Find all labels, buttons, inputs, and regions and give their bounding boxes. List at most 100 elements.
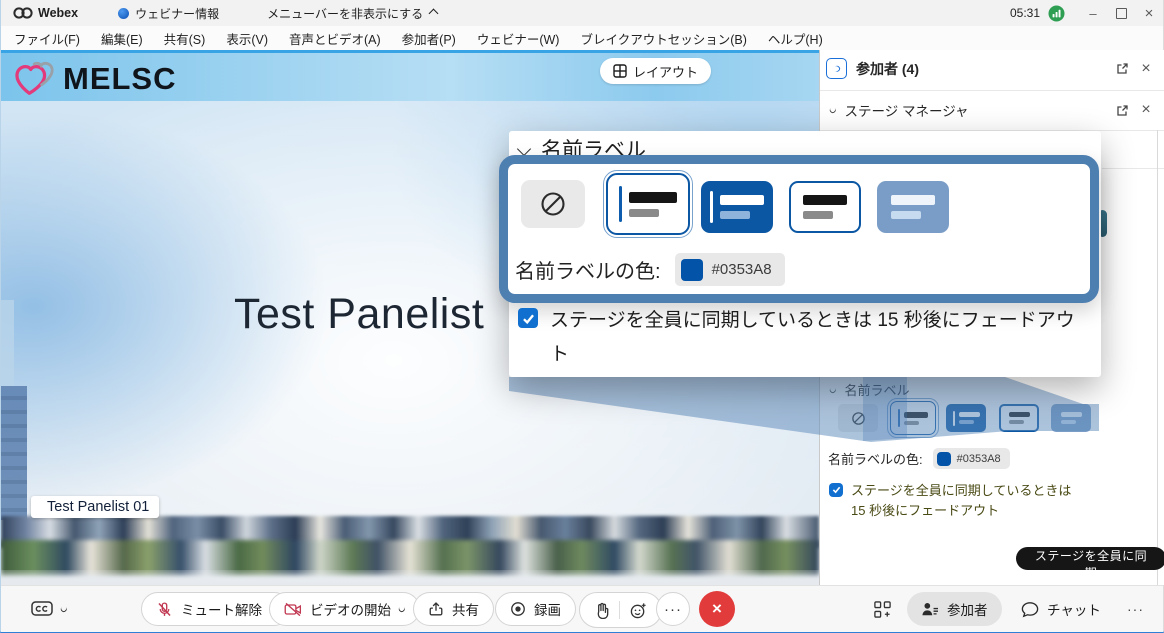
magnified-sync-checkbox-row[interactable]: ステージを全員に同期しているときは 15 秒後にフェードアウト xyxy=(518,308,1090,372)
label-style-plain-light[interactable] xyxy=(999,404,1039,432)
prohibit-icon xyxy=(851,411,866,426)
titlebar: Webex ウェビナー情報 メニューバーを非表示にする 05:31 – × xyxy=(1,0,1163,26)
menu-audio-video[interactable]: 音声とビデオ(A) xyxy=(289,29,381,48)
stage-manager-header: ステージ マネージャ × xyxy=(830,100,1156,120)
toolbar-separator xyxy=(619,601,620,619)
captions-button[interactable] xyxy=(23,592,75,626)
menu-view[interactable]: 表示(V) xyxy=(226,29,268,48)
sync-stage-button[interactable]: ステージを全員に同期 xyxy=(1016,547,1164,570)
share-button[interactable]: 共有 xyxy=(413,592,494,626)
connection-quality-icon[interactable] xyxy=(1048,5,1065,22)
magnified-color-picker[interactable]: #0353A8 xyxy=(675,253,785,286)
webex-logo-icon xyxy=(13,6,33,20)
style-line xyxy=(1009,420,1024,424)
skyline-fade xyxy=(1,570,819,585)
magnified-color-row: 名前ラベルの色: #0353A8 xyxy=(515,253,785,286)
collapse-participants-button[interactable] xyxy=(826,58,847,79)
reactions-group xyxy=(579,592,662,628)
sync-fadeout-checkbox-row[interactable]: ステージを全員に同期しているときは xyxy=(829,480,1071,499)
record-label: 録画 xyxy=(534,599,561,619)
maximize-icon xyxy=(1116,8,1127,19)
menu-breakout[interactable]: ブレイクアウトセッション(B) xyxy=(580,29,746,48)
label-style-plain-light-magnified[interactable] xyxy=(789,181,861,233)
label-color-label: 名前ラベルの色: xyxy=(828,449,923,468)
background-building xyxy=(1,300,14,388)
camera-off-icon xyxy=(284,602,302,617)
chevron-down-icon xyxy=(398,605,406,613)
menu-share[interactable]: 共有(S) xyxy=(164,29,206,48)
app-name: Webex xyxy=(38,6,78,20)
checkbox-checked-icon xyxy=(518,308,538,328)
menu-help[interactable]: ヘルプ(H) xyxy=(768,29,823,48)
name-label-accent-bar xyxy=(38,500,41,515)
participants-panel-header: 参加者 (4) × xyxy=(826,58,1156,79)
hide-menubar-label: メニューバーを非表示にする xyxy=(267,5,423,22)
label-style-none[interactable] xyxy=(838,404,878,432)
minimize-button[interactable]: – xyxy=(1079,1,1107,25)
style-line xyxy=(959,420,974,424)
label-style-translucent[interactable] xyxy=(1051,404,1091,432)
close-panel-icon[interactable]: × xyxy=(1136,59,1156,79)
close-panel-icon[interactable]: × xyxy=(1136,100,1156,120)
raise-hand-button[interactable] xyxy=(594,602,609,619)
webinar-info-button[interactable]: ウェビナー情報 xyxy=(118,5,219,22)
sync-text-line2: 15 秒後にフェードアウト xyxy=(851,500,999,519)
label-color-row: 名前ラベルの色: #0353A8 xyxy=(828,448,1010,469)
style-bar xyxy=(710,191,713,223)
leave-meeting-button[interactable]: × xyxy=(699,591,735,627)
maximize-button[interactable] xyxy=(1107,1,1135,25)
layout-button[interactable]: レイアウト xyxy=(600,58,711,84)
label-style-bar-filled[interactable] xyxy=(946,404,986,432)
popout-panel-icon[interactable] xyxy=(1112,59,1132,79)
popout-panel-icon[interactable] xyxy=(1112,100,1132,120)
webinar-info-icon xyxy=(118,8,129,19)
reactions-button[interactable] xyxy=(630,602,647,619)
label-color-picker[interactable]: #0353A8 xyxy=(933,448,1010,469)
menu-file[interactable]: ファイル(F) xyxy=(14,29,80,48)
chat-button[interactable]: チャット xyxy=(1013,592,1109,626)
record-button[interactable]: 録画 xyxy=(495,592,576,626)
style-line xyxy=(803,195,847,205)
close-window-button[interactable]: × xyxy=(1135,1,1163,25)
chevron-down-icon xyxy=(829,386,837,394)
apps-button[interactable] xyxy=(867,592,898,626)
menu-edit[interactable]: 編集(E) xyxy=(101,29,143,48)
mic-muted-icon xyxy=(156,601,173,618)
stage-manager-title: ステージ マネージャ xyxy=(845,100,969,120)
color-swatch xyxy=(937,452,951,466)
chevron-down-icon[interactable] xyxy=(829,106,837,114)
color-hex-value: #0353A8 xyxy=(957,453,1001,465)
captions-icon xyxy=(31,601,53,617)
participants-panel-title: 参加者 (4) xyxy=(856,59,919,79)
style-line xyxy=(803,211,833,219)
webinar-info-label: ウェビナー情報 xyxy=(135,5,219,22)
chat-icon xyxy=(1021,601,1039,618)
layout-grid-icon xyxy=(613,64,627,78)
start-video-button[interactable]: ビデオの開始 xyxy=(269,592,420,626)
chevron-down-icon xyxy=(60,605,68,613)
label-style-bar-light-magnified[interactable] xyxy=(606,173,690,235)
label-style-bar-light[interactable] xyxy=(890,401,936,435)
control-bar: ミュート解除 ビデオの開始 共有 録画 ··· × 参加者 xyxy=(1,585,1163,632)
more-options-button[interactable]: ··· xyxy=(656,592,690,626)
magnified-color-hex: #0353A8 xyxy=(712,261,772,278)
share-label: 共有 xyxy=(452,599,479,619)
panel-more-button[interactable]: ··· xyxy=(1119,592,1152,626)
preview-edge xyxy=(1102,168,1164,169)
label-style-translucent-magnified[interactable] xyxy=(877,181,949,233)
menu-participants[interactable]: 参加者(P) xyxy=(402,29,456,48)
label-style-bar-filled-magnified[interactable] xyxy=(701,181,773,233)
more-icon: ··· xyxy=(1127,601,1144,617)
label-style-none-magnified[interactable] xyxy=(521,180,585,228)
background-building xyxy=(1,386,27,520)
menu-webinar[interactable]: ウェビナー(W) xyxy=(477,29,560,48)
participants-toggle-button[interactable]: 参加者 xyxy=(907,592,1002,626)
name-label-section-header[interactable]: 名前ラベル xyxy=(830,380,910,399)
menubar: ファイル(F) 編集(E) 共有(S) 表示(V) 音声とビデオ(A) 参加者(… xyxy=(1,26,1163,50)
sync-text-line2-row: 15 秒後にフェードアウト xyxy=(851,500,999,519)
panel-scroll-edge xyxy=(1157,130,1158,585)
style-line xyxy=(904,421,919,425)
brand-logo: MELSC xyxy=(13,59,177,99)
meeting-time: 05:31 xyxy=(1010,6,1040,20)
hide-menubar-button[interactable]: メニューバーを非表示にする xyxy=(267,5,437,22)
